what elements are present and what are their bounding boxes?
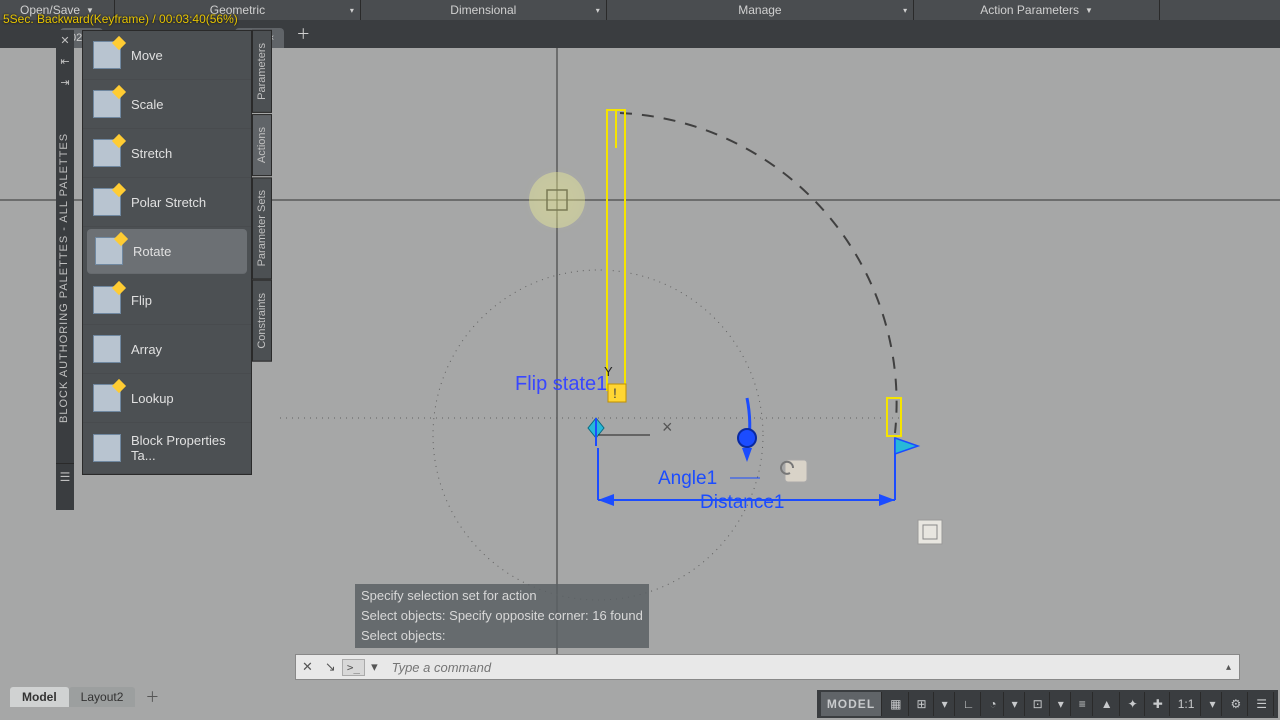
flip-icon [93, 286, 121, 314]
command-history: Specify selection set for action Select … [355, 584, 649, 648]
tab-constraints[interactable]: Constraints [252, 280, 272, 362]
stretch-icon [93, 139, 121, 167]
annoscale-icon[interactable]: ✦ [1122, 692, 1145, 716]
menu-label: Manage [738, 3, 781, 17]
polar-stretch-icon [93, 188, 121, 216]
origin-x-marker: × [662, 417, 673, 437]
lookup-icon [93, 384, 121, 412]
action-lookup[interactable]: Lookup [83, 374, 251, 423]
palette-item-label: Stretch [131, 146, 172, 161]
dock-left-icon[interactable]: ⇤ [56, 51, 74, 72]
grid-icon[interactable]: ▦ [884, 692, 908, 716]
angle-label: Angle1 [658, 468, 717, 489]
array-icon [93, 335, 121, 363]
scale-ratio[interactable]: 1:1 [1172, 692, 1202, 716]
annoauto-icon[interactable]: ✚ [1147, 692, 1170, 716]
close-icon[interactable]: ✕ [56, 30, 74, 51]
svg-text:Y: Y [604, 364, 613, 379]
cmd-history-line: Select objects: [361, 626, 643, 646]
palette-item-label: Array [131, 342, 162, 357]
properties-icon[interactable]: ☰ [56, 463, 74, 490]
palette-item-label: Block Properties Ta... [131, 433, 241, 463]
action-array[interactable]: Array [83, 325, 251, 374]
status-bar: MODEL ▦ ⊞ ▾ ∟ ◔ ▾ ⊡ ▾ ≡ ▲ ✦ ✚ 1:1 ▾ ⚙ ☰ [817, 690, 1278, 718]
chevron-down-icon[interactable]: ▾ [365, 659, 384, 675]
menu-action-params[interactable]: Action Parameters ▼ [914, 0, 1160, 20]
palette-item-label: Polar Stretch [131, 195, 206, 210]
chevron-down-icon: ▼ [1085, 6, 1093, 15]
svg-text:!: ! [613, 385, 617, 401]
chevron-down-icon[interactable]: ▾ [1203, 692, 1222, 716]
dock-right-icon[interactable]: ⇥ [56, 72, 74, 93]
annotation-icon[interactable]: ▲ [1095, 692, 1120, 716]
customize-icon[interactable]: ☰ [1250, 692, 1274, 716]
chevron-down-icon: ▾ [596, 6, 600, 15]
isoplane-icon[interactable]: ◔ [983, 692, 1003, 716]
palette-item-label: Rotate [133, 244, 171, 259]
chevron-down-icon[interactable]: ▾ [936, 692, 955, 716]
actions-palette: Move Scale Stretch Polar Stretch Rotate … [82, 30, 252, 475]
move-icon [93, 41, 121, 69]
close-icon[interactable]: ✕ [296, 659, 319, 675]
action-rotate[interactable]: Rotate [87, 229, 247, 274]
command-bar: ✕ ↘ >_ ▾ ▴ [295, 654, 1240, 680]
tab-actions[interactable]: Actions [252, 114, 272, 176]
menu-dimensional[interactable]: Dimensional ▾ [361, 0, 607, 20]
cmd-history-line: Specify selection set for action [361, 586, 643, 606]
chevron-down-icon: ▾ [350, 6, 354, 15]
tab-parameters[interactable]: Parameters [252, 30, 272, 113]
table-icon [93, 434, 121, 462]
menu-label: Action Parameters [980, 3, 1079, 17]
video-overlay-annotation: 5Sec. Backward(Keyframe) / 00:03:40(56%) [3, 12, 238, 26]
action-move[interactable]: Move [83, 31, 251, 80]
osnap-icon[interactable]: ⊡ [1027, 692, 1050, 716]
chevron-down-icon[interactable]: ▾ [1006, 692, 1025, 716]
palette-item-label: Lookup [131, 391, 174, 406]
distance-label: Distance1 [700, 492, 785, 513]
layout-tabs: Model Layout2 ＋ [10, 686, 169, 708]
chevron-down-icon: ▾ [903, 6, 907, 15]
command-input[interactable] [384, 660, 1218, 675]
menu-manage[interactable]: Manage ▾ [607, 0, 914, 20]
add-tab-button[interactable]: ＋ [286, 20, 320, 48]
expand-up-icon[interactable]: ▴ [1218, 662, 1239, 673]
menu-label: Dimensional [450, 3, 516, 17]
flip-state-label: Flip state1 [515, 373, 607, 395]
tab-parameter-sets[interactable]: Parameter Sets [252, 177, 272, 279]
palette-title: BLOCK AUTHORING PALETTES - ALL PALETTES [56, 93, 72, 463]
tab-model[interactable]: Model [10, 687, 69, 707]
palette-item-label: Flip [131, 293, 152, 308]
tab-layout2[interactable]: Layout2 [69, 687, 136, 707]
action-scale[interactable]: Scale [83, 80, 251, 129]
palette-rail: ✕ ⇤ ⇥ BLOCK AUTHORING PALETTES - ALL PAL… [56, 30, 74, 510]
palette-item-label: Move [131, 48, 163, 63]
add-layout-button[interactable]: ＋ [135, 684, 169, 710]
ortho-icon[interactable]: ∟ [957, 692, 982, 716]
recent-commands-icon[interactable]: ↘ [319, 659, 342, 675]
action-polar-stretch[interactable]: Polar Stretch [83, 178, 251, 227]
scale-icon [93, 90, 121, 118]
snap-icon[interactable]: ⊞ [911, 692, 934, 716]
action-flip[interactable]: Flip [83, 276, 251, 325]
command-prompt-icon[interactable]: >_ [342, 659, 365, 676]
gear-icon[interactable]: ⚙ [1224, 692, 1248, 716]
modelspace-button[interactable]: MODEL [821, 692, 882, 716]
palette-item-label: Scale [131, 97, 164, 112]
lineweight-icon[interactable]: ≡ [1073, 692, 1093, 716]
cmd-history-line: Select objects: Specify opposite corner:… [361, 606, 643, 626]
palette-category-tabs: Parameters Actions Parameter Sets Constr… [252, 30, 272, 363]
rotate-icon [95, 237, 123, 265]
action-block-properties[interactable]: Block Properties Ta... [83, 423, 251, 474]
chevron-down-icon[interactable]: ▾ [1052, 692, 1071, 716]
action-stretch[interactable]: Stretch [83, 129, 251, 178]
